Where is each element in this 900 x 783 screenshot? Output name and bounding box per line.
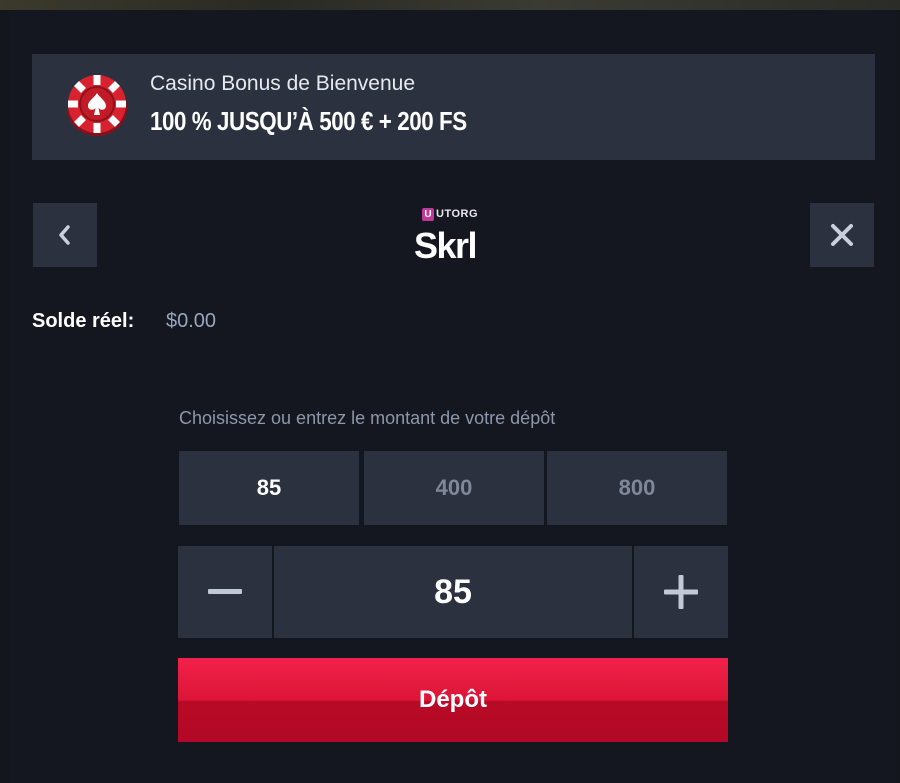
back-button[interactable] [33, 203, 97, 267]
amount-hint: Choisissez ou entrez le montant de votre… [179, 408, 556, 428]
amount-option-85[interactable]: 85 [179, 451, 359, 525]
bonus-offer: 100 % JUSQU’À 500 € + 200 FS [150, 106, 467, 136]
close-icon [831, 224, 853, 246]
amount-option-400[interactable]: 400 [364, 451, 544, 525]
payment-method-logo: U UTORG Skrl [408, 205, 498, 267]
balance-label: Solde réel: [32, 310, 135, 332]
provider-name: UTORG [436, 208, 479, 220]
amount-input[interactable] [274, 546, 632, 638]
payment-method-name: Skrl [414, 225, 478, 266]
bonus-title: Casino Bonus de Bienvenue [150, 72, 416, 95]
poker-chip-icon [67, 75, 127, 136]
minus-icon [208, 589, 242, 594]
close-button[interactable] [810, 203, 874, 267]
decrease-amount-button[interactable] [178, 546, 272, 638]
increase-amount-button[interactable] [634, 546, 728, 638]
chevron-left-icon [59, 225, 70, 245]
balance-value: $0.00 [166, 310, 217, 332]
deposit-button[interactable]: Dépôt [178, 658, 728, 742]
welcome-bonus-banner: Casino Bonus de Bienvenue 100 % JUSQU’À … [32, 54, 875, 160]
background-strip [0, 0, 900, 10]
plus-icon [664, 575, 698, 609]
utorg-badge: U [422, 208, 434, 221]
amount-option-800[interactable]: 800 [547, 451, 727, 525]
